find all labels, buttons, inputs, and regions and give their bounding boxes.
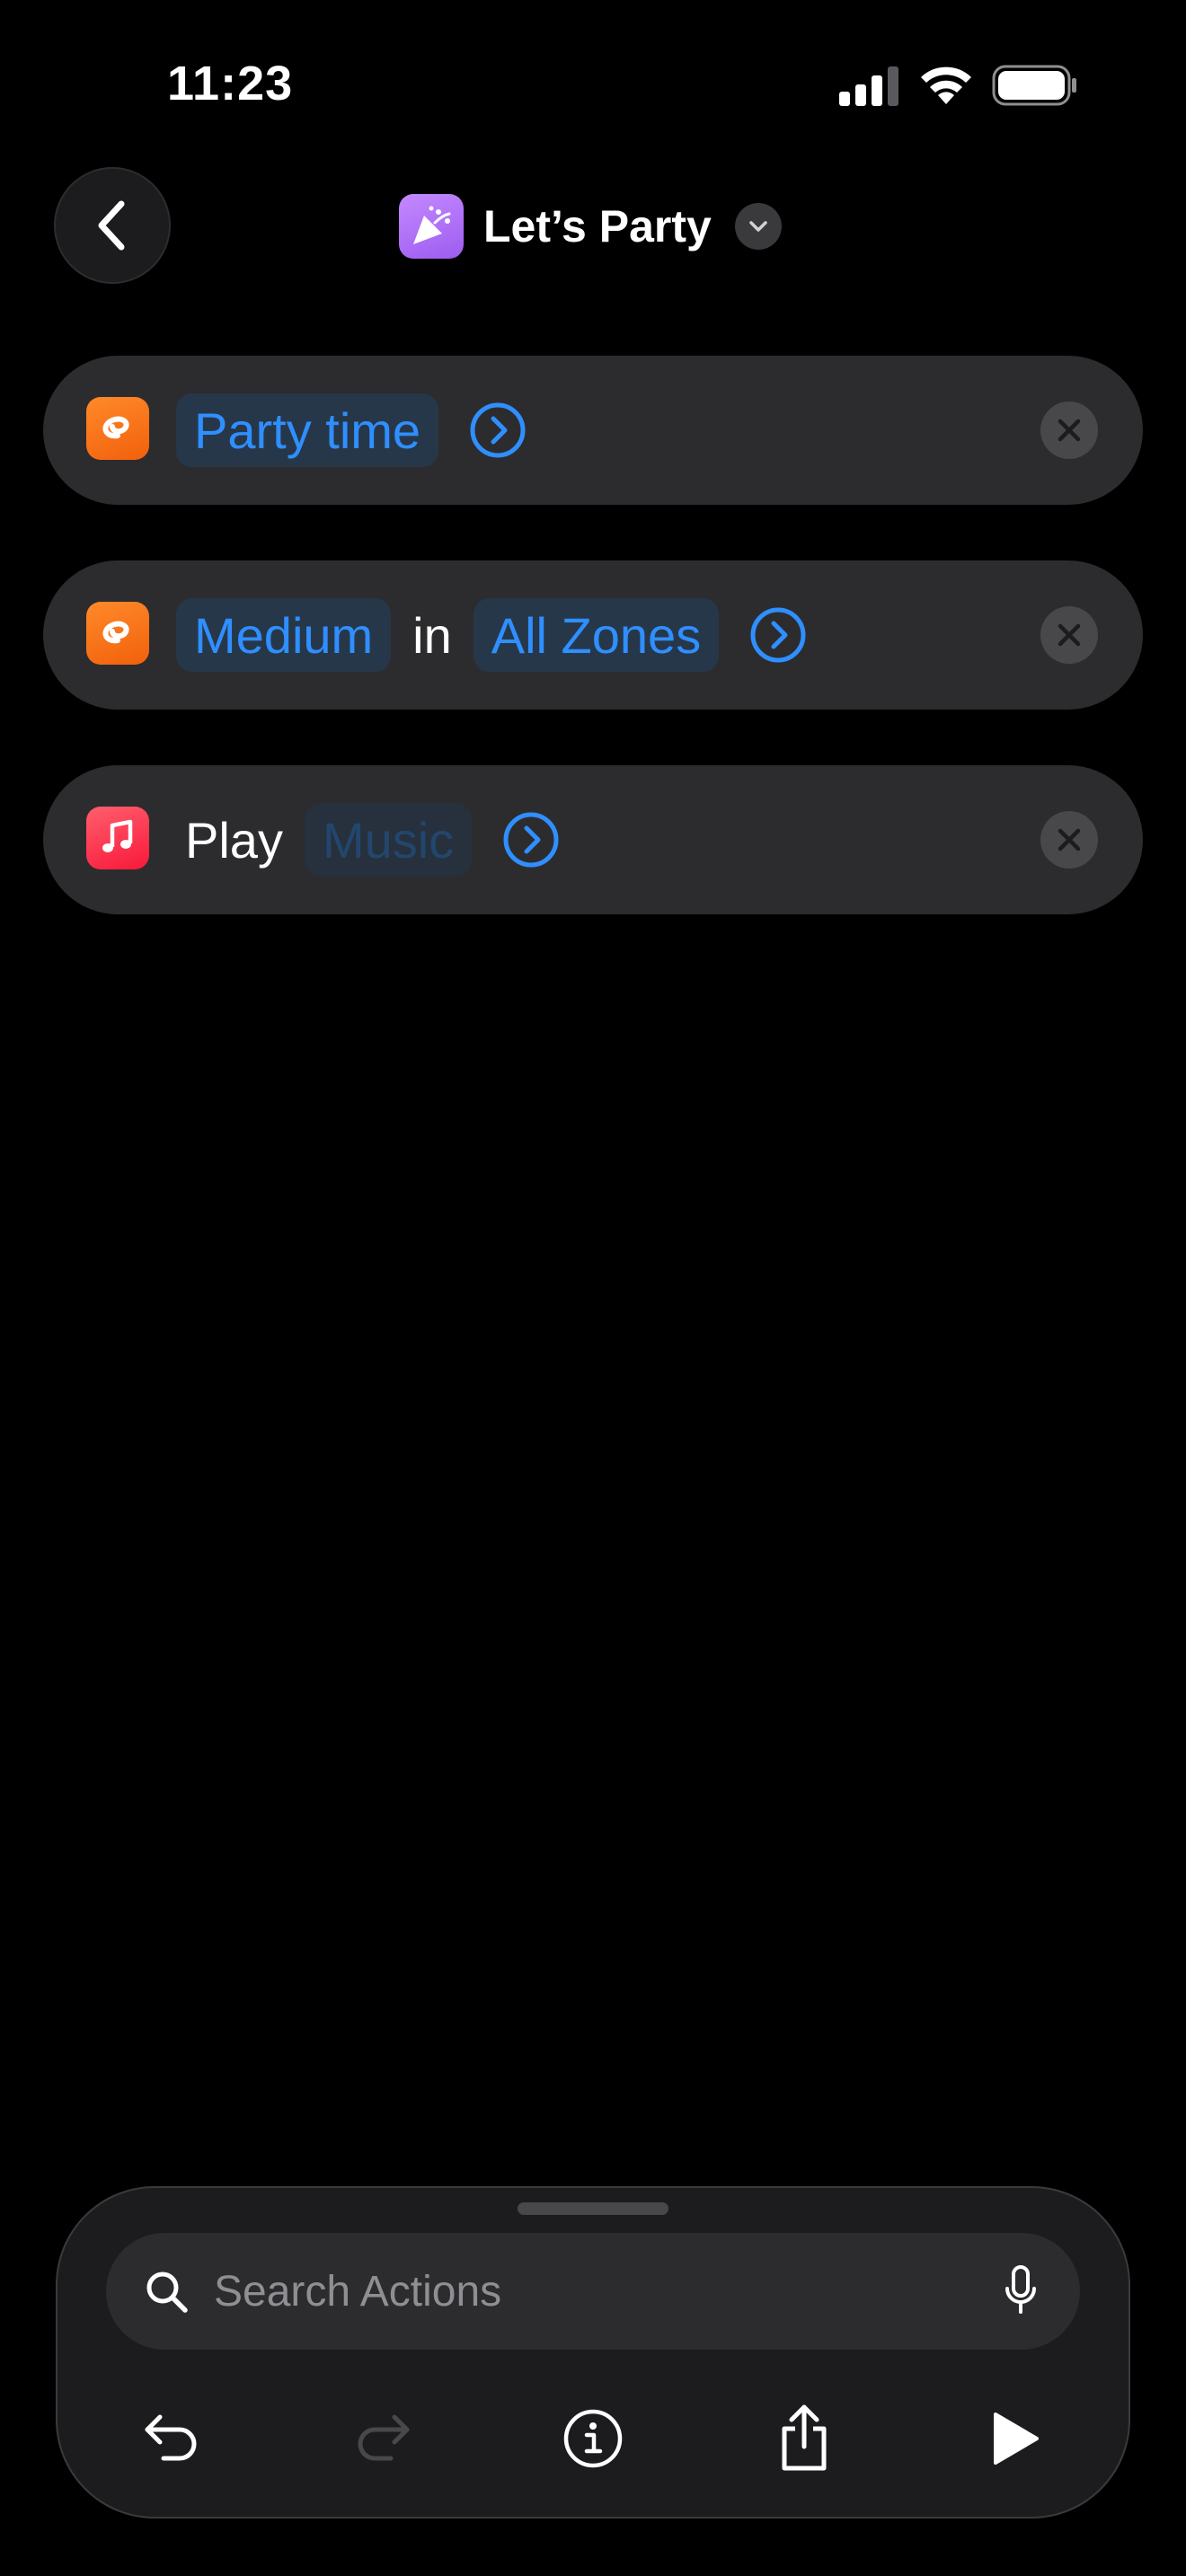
remove-action-button[interactable] bbox=[1040, 811, 1098, 869]
signal-icon bbox=[839, 66, 898, 106]
play-icon bbox=[994, 2413, 1039, 2465]
wifi-icon bbox=[921, 66, 971, 104]
undo-icon bbox=[145, 2414, 197, 2461]
parameter-token-scene[interactable]: Party time bbox=[176, 393, 439, 467]
undo-button[interactable] bbox=[119, 2386, 225, 2492]
shortcut-title: Let’s Party bbox=[483, 201, 712, 251]
party-popper-icon bbox=[399, 194, 464, 259]
search-actions-field[interactable]: Search Actions bbox=[106, 2233, 1080, 2350]
search-icon bbox=[146, 2272, 188, 2313]
remove-action-button[interactable] bbox=[1040, 401, 1098, 459]
chevron-down-icon bbox=[734, 203, 782, 250]
parameter-token-level[interactable]: Medium bbox=[176, 598, 392, 672]
action-verb-text: Play bbox=[185, 811, 283, 869]
microphone-icon[interactable] bbox=[1003, 2263, 1039, 2317]
shortcut-title-menu[interactable]: Let’s Party bbox=[399, 194, 782, 259]
parameter-token-music[interactable]: Music bbox=[304, 803, 473, 877]
action-row: Party time bbox=[176, 356, 527, 505]
chevron-right-circle-icon[interactable] bbox=[469, 401, 527, 459]
sheet-grab-handle[interactable] bbox=[518, 2202, 668, 2215]
action-card-volume[interactable]: Medium in All Zones bbox=[43, 560, 1143, 710]
parameter-token-zones[interactable]: All Zones bbox=[473, 598, 720, 672]
share-icon bbox=[782, 2404, 827, 2471]
action-row: Medium in All Zones bbox=[176, 560, 807, 710]
status-bar: 11:23 bbox=[0, 0, 1186, 171]
battery-icon bbox=[992, 65, 1076, 106]
redo-button[interactable] bbox=[330, 2386, 436, 2492]
action-connector-text: in bbox=[412, 606, 452, 664]
close-icon bbox=[1058, 419, 1081, 442]
action-card-play-music[interactable]: Play Music bbox=[43, 765, 1143, 914]
remove-action-button[interactable] bbox=[1040, 606, 1098, 664]
actions-bottom-sheet: Search Actions bbox=[56, 2186, 1130, 2519]
editor-toolbar bbox=[56, 2386, 1130, 2492]
music-icon bbox=[86, 807, 149, 869]
close-icon bbox=[1058, 828, 1081, 851]
search-placeholder: Search Actions bbox=[214, 2268, 502, 2316]
chevron-right-circle-icon[interactable] bbox=[502, 811, 560, 869]
redo-icon bbox=[358, 2414, 410, 2461]
orange-app-icon bbox=[86, 397, 149, 460]
status-time: 11:23 bbox=[167, 57, 294, 110]
orange-app-icon bbox=[86, 602, 149, 665]
run-shortcut-button[interactable] bbox=[962, 2386, 1068, 2492]
action-row: Play Music bbox=[176, 765, 560, 914]
back-button[interactable] bbox=[54, 167, 171, 284]
share-button[interactable] bbox=[751, 2386, 857, 2492]
chevron-left-icon bbox=[98, 200, 125, 251]
close-icon bbox=[1058, 623, 1081, 647]
info-icon bbox=[563, 2409, 623, 2468]
action-card-scene[interactable]: Party time bbox=[43, 356, 1143, 505]
chevron-right-circle-icon[interactable] bbox=[749, 606, 807, 664]
info-button[interactable] bbox=[540, 2386, 646, 2492]
